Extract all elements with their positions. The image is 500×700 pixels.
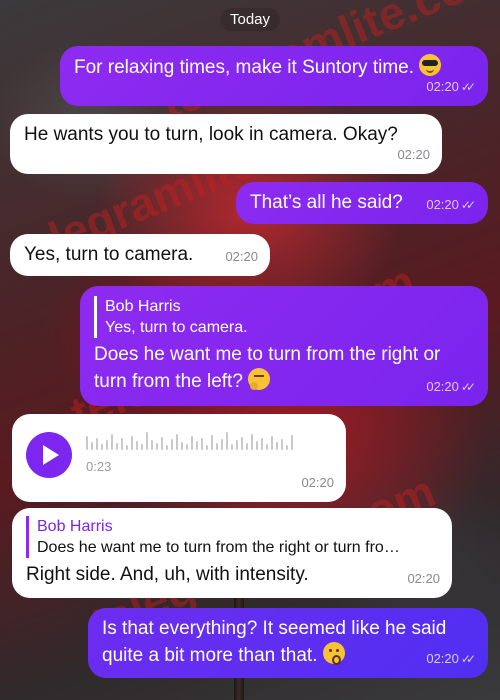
thinking-face-icon — [248, 368, 271, 390]
voice-duration: 0:23 — [86, 459, 112, 474]
message-incoming[interactable]: He wants you to turn, look in camera. Ok… — [10, 114, 442, 174]
message-outgoing[interactable]: That’s all he said? 02:20 ✓✓ — [236, 182, 488, 224]
voice-message-incoming[interactable]: 0:23 02:20 — [12, 414, 346, 502]
message-meta: 02:20 — [225, 244, 258, 270]
message-text: Is that everything? It seemed like he sa… — [102, 618, 447, 666]
double-check-icon: ✓✓ — [460, 652, 476, 666]
message-text: That’s all he said? — [250, 192, 403, 213]
message-text: He wants you to turn, look in camera. Ok… — [24, 124, 398, 145]
message-time: 02:20 — [301, 475, 334, 490]
double-check-icon: ✓✓ — [460, 80, 476, 94]
message-outgoing-reply[interactable]: Bob Harris Yes, turn to camera. Does he … — [80, 286, 488, 406]
message-meta: 02:20 — [397, 142, 430, 168]
message-outgoing[interactable]: For relaxing times, make it Suntory time… — [60, 46, 488, 106]
double-check-icon: ✓✓ — [460, 380, 476, 394]
message-meta: 02:20 — [407, 566, 440, 592]
reply-snippet: Does he want me to turn from the right o… — [37, 539, 400, 556]
reply-quote[interactable]: Bob Harris Does he want me to turn from … — [26, 516, 438, 558]
message-time: 02:20 — [426, 79, 459, 94]
message-meta: 02:20 ✓✓ — [426, 646, 476, 672]
message-time: 02:20 — [426, 197, 459, 212]
message-text: For relaxing times, make it Suntory time… — [74, 57, 414, 78]
message-time: 02:20 — [407, 571, 440, 586]
message-text: Yes, turn to camera. — [24, 244, 194, 265]
waveform[interactable] — [86, 430, 293, 450]
message-incoming-reply[interactable]: Bob Harris Does he want me to turn from … — [12, 508, 452, 598]
reply-author: Bob Harris — [37, 518, 113, 535]
play-button[interactable] — [26, 432, 72, 478]
message-meta: 02:20 ✓✓ — [426, 374, 476, 400]
reply-quote[interactable]: Bob Harris Yes, turn to camera. — [94, 296, 474, 338]
message-meta: 02:20 ✓✓ — [426, 74, 476, 100]
reply-snippet: Yes, turn to camera. — [105, 319, 248, 336]
hushed-face-icon — [322, 642, 345, 665]
message-time: 02:20 — [397, 147, 430, 162]
message-meta: 02:20 ✓✓ — [426, 192, 476, 218]
message-outgoing[interactable]: Is that everything? It seemed like he sa… — [88, 608, 488, 678]
message-incoming[interactable]: Yes, turn to camera. 02:20 — [10, 234, 270, 276]
message-time: 02:20 — [225, 249, 258, 264]
smiling-face-with-sunglasses-icon — [419, 54, 442, 76]
message-time: 02:20 — [426, 651, 459, 666]
date-separator: Today — [219, 8, 281, 31]
double-check-icon: ✓✓ — [460, 198, 476, 212]
message-text: Right side. And, uh, with intensity. — [26, 564, 309, 585]
reply-author: Bob Harris — [105, 298, 181, 315]
message-meta: 02:20 — [301, 470, 334, 496]
message-time: 02:20 — [426, 379, 459, 394]
